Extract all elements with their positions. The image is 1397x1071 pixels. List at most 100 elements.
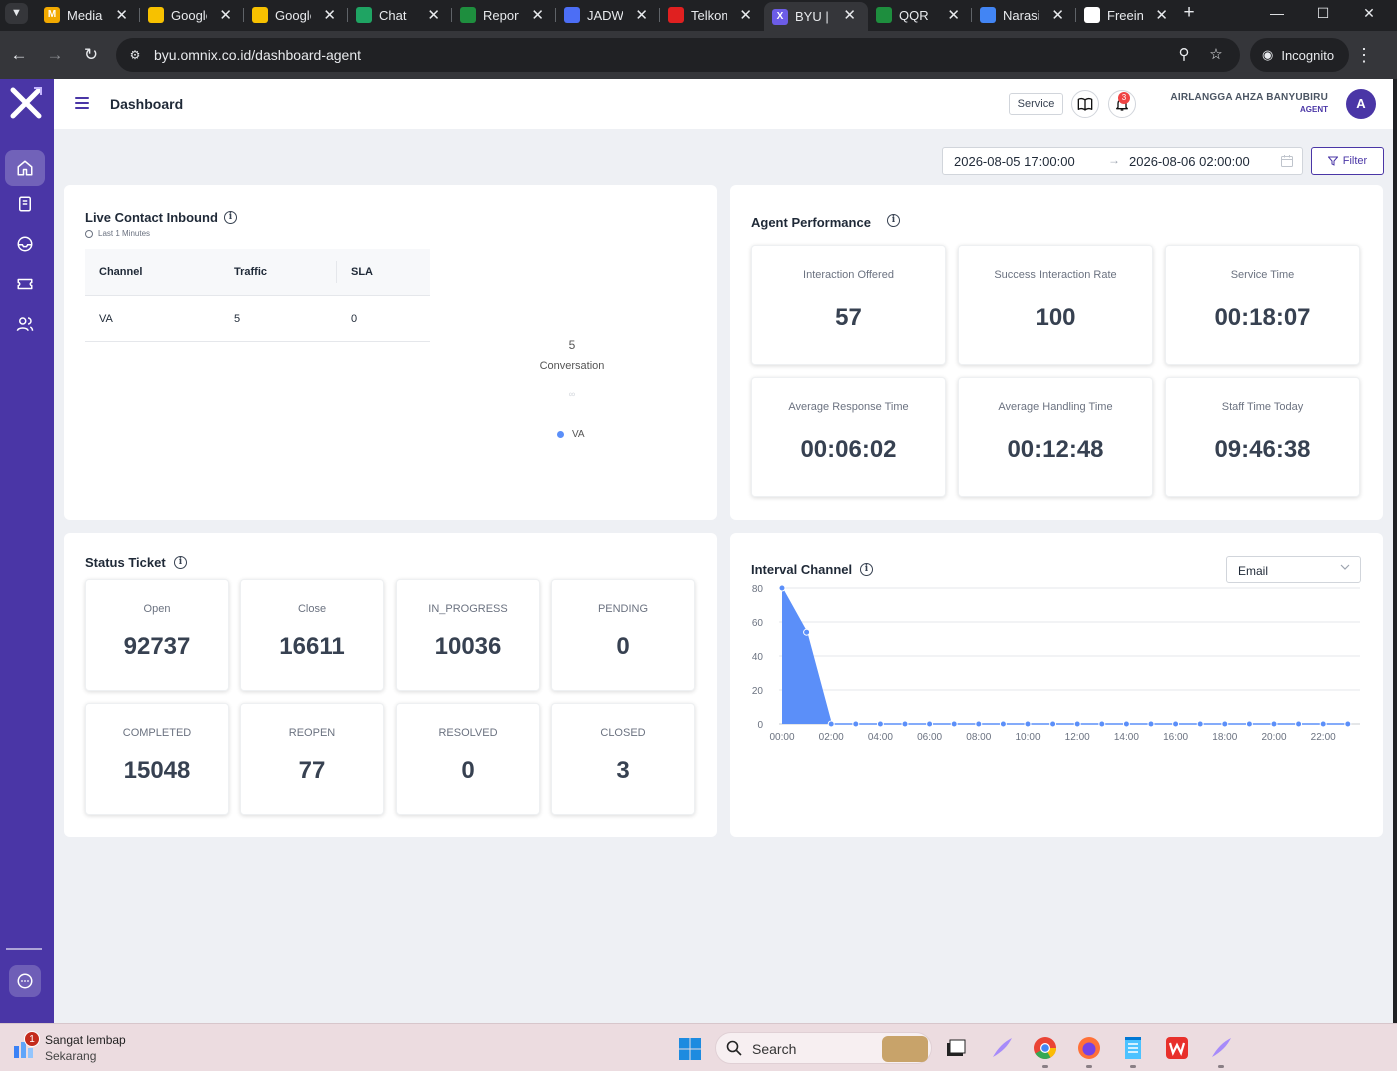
address-bar[interactable]: ⚙ byu.omnix.co.id/dashboard-agent ⚲ ☆ — [116, 38, 1240, 72]
browser-tab[interactable]: X BYU | Omnix ✕ — [764, 2, 868, 31]
data-point[interactable] — [1172, 720, 1180, 728]
quill-app-icon-2[interactable] — [1207, 1034, 1235, 1062]
weather-title[interactable]: Sangat lembap — [45, 1033, 126, 1047]
tab-close-icon[interactable]: ✕ — [115, 6, 128, 24]
ticket-status-card[interactable]: Open 92737 — [85, 579, 229, 691]
tab-close-icon[interactable]: ✕ — [427, 6, 440, 24]
ticket-status-card[interactable]: REOPEN 77 — [240, 703, 384, 815]
browser-tab[interactable]: JADWAL ✕ — [556, 2, 660, 28]
data-point[interactable] — [1073, 720, 1081, 728]
notepad-icon[interactable] — [1119, 1034, 1147, 1062]
task-view-icon[interactable] — [942, 1034, 970, 1062]
date-end-input[interactable]: 2026-08-06 02:00:00 — [1129, 154, 1250, 169]
close-window-button[interactable]: ✕ — [1346, 2, 1392, 24]
incognito-indicator[interactable]: ◉ Incognito — [1250, 38, 1349, 72]
data-point[interactable] — [1319, 720, 1327, 728]
firefox-icon[interactable] — [1075, 1034, 1103, 1062]
sidebar-item-dashboard[interactable] — [5, 150, 45, 186]
data-point[interactable] — [1147, 720, 1155, 728]
tab-close-icon[interactable]: ✕ — [323, 6, 336, 24]
info-icon[interactable]: i — [174, 556, 187, 569]
knowledge-base-button[interactable] — [1071, 90, 1099, 118]
windows-start-icon[interactable] — [678, 1037, 702, 1061]
date-start-input[interactable]: 2026-08-05 17:00:00 — [954, 154, 1075, 169]
taskbar-search[interactable]: Search — [715, 1032, 932, 1064]
data-point[interactable] — [999, 720, 1007, 728]
browser-tab[interactable]: Report ✕ — [452, 2, 556, 28]
tab-close-icon[interactable]: ✕ — [947, 6, 960, 24]
sidebar-item-inbox[interactable] — [5, 226, 45, 262]
info-icon[interactable]: i — [887, 214, 900, 227]
service-button[interactable]: Service — [1009, 93, 1063, 115]
data-point[interactable] — [852, 720, 860, 728]
pie-legend[interactable]: VA — [557, 429, 585, 440]
omnix-logo-icon[interactable] — [8, 85, 44, 121]
browser-tab[interactable]: Google ✕ — [140, 2, 244, 28]
tab-close-icon[interactable]: ✕ — [219, 6, 232, 24]
column-header-channel[interactable]: Channel — [99, 266, 142, 278]
menu-toggle-icon[interactable] — [75, 97, 89, 109]
browser-tab[interactable]: Google ✕ — [244, 2, 348, 28]
wps-office-icon[interactable] — [1163, 1034, 1191, 1062]
data-point[interactable] — [778, 584, 786, 592]
data-point[interactable] — [876, 720, 884, 728]
data-point[interactable] — [1098, 720, 1106, 728]
data-point[interactable] — [1270, 720, 1278, 728]
column-header-traffic[interactable]: Traffic — [234, 266, 267, 278]
reload-button[interactable]: ↻ — [79, 43, 103, 67]
data-point[interactable] — [1344, 720, 1352, 728]
calendar-icon[interactable] — [1280, 154, 1294, 168]
data-point[interactable] — [1049, 720, 1057, 728]
url-text[interactable]: byu.omnix.co.id/dashboard-agent — [154, 47, 361, 63]
ticket-status-card[interactable]: COMPLETED 15048 — [85, 703, 229, 815]
interval-chart[interactable]: 0 20 40 60 80 00:00 02:00 04:00 06:00 08:00 10:00 1… — [730, 533, 1383, 837]
maximize-button[interactable]: ☐ — [1300, 2, 1346, 24]
sidebar-item-tickets[interactable] — [5, 186, 45, 222]
chat-button[interactable] — [9, 965, 41, 997]
tab-close-icon[interactable]: ✕ — [531, 6, 544, 24]
tab-close-icon[interactable]: ✕ — [739, 6, 752, 24]
data-point[interactable] — [1295, 720, 1303, 728]
bookmark-star-icon[interactable]: ☆ — [1206, 45, 1226, 65]
chrome-icon[interactable] — [1031, 1034, 1059, 1062]
date-range-picker[interactable]: 2026-08-05 17:00:00 → 2026-08-06 02:00:0… — [942, 147, 1303, 175]
new-tab-button[interactable]: + — [1178, 2, 1200, 24]
tab-close-icon[interactable]: ✕ — [843, 6, 856, 24]
data-point[interactable] — [975, 720, 983, 728]
site-info-icon[interactable]: ⚙ — [126, 46, 144, 64]
browser-menu-button[interactable]: ⋮ — [1352, 43, 1376, 67]
zoom-icon[interactable]: ⚲ — [1174, 45, 1194, 65]
forward-button[interactable]: → — [43, 43, 67, 67]
data-point[interactable] — [1245, 720, 1253, 728]
browser-tab[interactable]: Freein ✕ — [1076, 2, 1180, 28]
data-point[interactable] — [926, 720, 934, 728]
data-point[interactable] — [1221, 720, 1229, 728]
browser-tab[interactable]: Telkomsel ✕ — [660, 2, 764, 28]
avatar[interactable]: A — [1346, 89, 1376, 119]
ticket-status-card[interactable]: IN_PROGRESS 10036 — [396, 579, 540, 691]
ticket-status-card[interactable]: PENDING 0 — [551, 579, 695, 691]
data-point[interactable] — [901, 720, 909, 728]
ticket-status-card[interactable]: CLOSED 3 — [551, 703, 695, 815]
data-point[interactable] — [950, 720, 958, 728]
data-point[interactable] — [827, 720, 835, 728]
column-header-sla[interactable]: SLA — [351, 266, 373, 278]
info-icon[interactable]: i — [224, 211, 237, 224]
quill-app-icon[interactable] — [988, 1034, 1016, 1062]
tab-close-icon[interactable]: ✕ — [1155, 6, 1168, 24]
notification-button[interactable]: 3 — [1108, 90, 1136, 118]
browser-tab[interactable]: QQR ✕ — [868, 2, 972, 28]
browser-tab[interactable]: Narasi ✕ — [972, 2, 1076, 28]
minimize-button[interactable]: — — [1254, 2, 1300, 24]
data-point[interactable] — [803, 628, 811, 636]
browser-tab[interactable]: M Media ✕ — [36, 2, 140, 28]
sidebar-item-users[interactable] — [5, 306, 45, 342]
ticket-status-card[interactable]: Close 16611 — [240, 579, 384, 691]
tab-close-icon[interactable]: ✕ — [1051, 6, 1064, 24]
data-point[interactable] — [1196, 720, 1204, 728]
sidebar-item-tickets-alt[interactable] — [5, 266, 45, 302]
ticket-status-card[interactable]: RESOLVED 0 — [396, 703, 540, 815]
browser-tab[interactable]: Chat ✕ — [348, 2, 452, 28]
back-button[interactable]: ← — [7, 43, 31, 67]
tab-search-button[interactable]: ▼ — [5, 3, 28, 24]
